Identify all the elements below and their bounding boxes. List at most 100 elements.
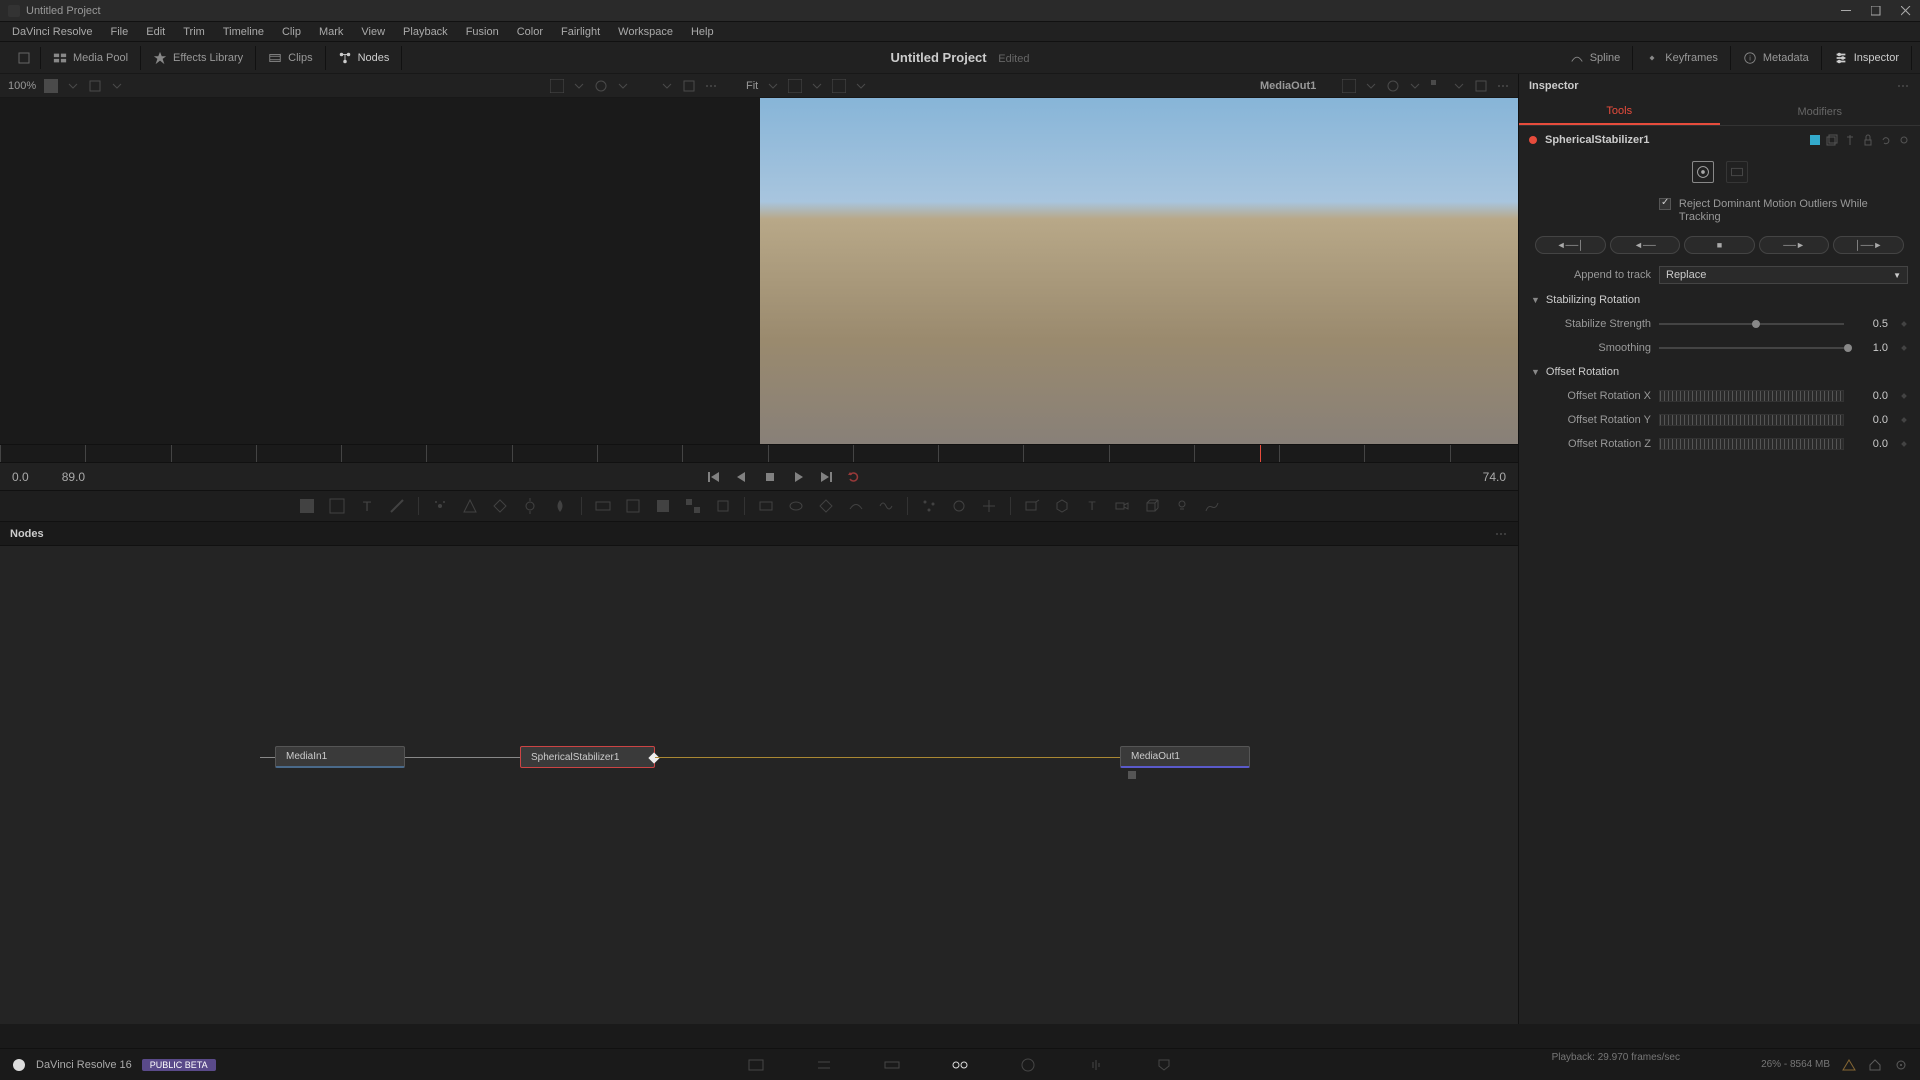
menu-color[interactable]: Color bbox=[509, 24, 551, 40]
3d-text-icon[interactable]: T bbox=[1083, 497, 1101, 515]
warning-icon[interactable] bbox=[1842, 1058, 1856, 1072]
globe-b-icon[interactable] bbox=[1386, 79, 1400, 93]
reject-motion-checkbox[interactable] bbox=[1659, 198, 1671, 210]
offset-y-value[interactable]: 0.0 bbox=[1852, 412, 1892, 428]
fastnoise-tool-icon[interactable] bbox=[328, 497, 346, 515]
chevron-down-icon[interactable] bbox=[854, 79, 868, 93]
track-stop-button[interactable]: ■ bbox=[1684, 236, 1755, 254]
menu-davinci[interactable]: DaVinci Resolve bbox=[4, 24, 101, 40]
media-page-tab[interactable] bbox=[747, 1056, 765, 1074]
viewer-output[interactable] bbox=[760, 98, 1518, 444]
tracker-tool-icon[interactable] bbox=[461, 497, 479, 515]
pin-icon[interactable] bbox=[1844, 134, 1856, 146]
3d-image-icon[interactable] bbox=[1023, 497, 1041, 515]
play-forward-button[interactable] bbox=[791, 470, 805, 484]
grid-b-icon[interactable] bbox=[1430, 79, 1444, 93]
chevron-down-icon[interactable] bbox=[616, 79, 630, 93]
3d-cube-icon[interactable] bbox=[1143, 497, 1161, 515]
smoothing-slider[interactable] bbox=[1659, 347, 1844, 349]
more-icon[interactable] bbox=[704, 79, 718, 93]
bspline-mask-icon[interactable] bbox=[847, 497, 865, 515]
node-color-chip[interactable] bbox=[1810, 135, 1820, 145]
go-end-button[interactable] bbox=[819, 470, 833, 484]
chevron-down-icon[interactable] bbox=[1452, 79, 1466, 93]
layout-icon[interactable] bbox=[44, 79, 58, 93]
text-tool-icon[interactable]: T bbox=[358, 497, 376, 515]
chevron-down-icon[interactable] bbox=[572, 79, 586, 93]
stabilize-strength-value[interactable]: 0.5 bbox=[1852, 316, 1892, 332]
light-tool-icon[interactable] bbox=[1173, 497, 1191, 515]
timecode-current[interactable]: 74.0 bbox=[1483, 470, 1506, 484]
mask-tool-icon[interactable] bbox=[431, 497, 449, 515]
offset-rotation-section[interactable]: ▼ Offset Rotation bbox=[1529, 360, 1910, 384]
inspector-button[interactable]: Inspector bbox=[1822, 46, 1912, 70]
spline-button[interactable]: Spline bbox=[1558, 46, 1634, 70]
timecode-start[interactable]: 0.0 bbox=[12, 470, 29, 484]
minimize-button[interactable] bbox=[1840, 5, 1852, 17]
keyframes-button[interactable]: Keyframes bbox=[1633, 46, 1731, 70]
renderer-tool-icon[interactable] bbox=[1203, 497, 1221, 515]
zoom-percentage[interactable]: 100% bbox=[8, 80, 36, 92]
stabilizing-rotation-section[interactable]: ▼ Stabilizing Rotation bbox=[1529, 288, 1910, 312]
stabilizer-node[interactable]: SphericalStabilizer1 bbox=[520, 746, 655, 768]
chevron-down-icon[interactable] bbox=[110, 79, 124, 93]
offset-z-value[interactable]: 0.0 bbox=[1852, 436, 1892, 452]
prender-tool-icon[interactable] bbox=[950, 497, 968, 515]
tools-tab[interactable]: Tools bbox=[1519, 98, 1720, 125]
particles-tool-icon[interactable] bbox=[920, 497, 938, 515]
lock-icon[interactable] bbox=[1862, 134, 1874, 146]
pemitter-tool-icon[interactable] bbox=[980, 497, 998, 515]
clips-button[interactable]: Clips bbox=[256, 46, 325, 70]
menu-edit[interactable]: Edit bbox=[138, 24, 173, 40]
fit-dropdown[interactable]: Fit bbox=[746, 80, 758, 92]
nodes-more-icon[interactable] bbox=[1494, 527, 1508, 541]
blur-tool-icon[interactable] bbox=[551, 497, 569, 515]
step-back-button[interactable] bbox=[735, 470, 749, 484]
nodes-button[interactable]: Nodes bbox=[326, 46, 403, 70]
single-b-icon[interactable] bbox=[1474, 79, 1488, 93]
stop-button[interactable] bbox=[763, 470, 777, 484]
chevron-down-icon[interactable] bbox=[766, 79, 780, 93]
channel-tool-icon[interactable] bbox=[684, 497, 702, 515]
resize-tool-icon[interactable] bbox=[714, 497, 732, 515]
keyframe-icon[interactable] bbox=[1900, 440, 1908, 448]
project-settings-icon[interactable] bbox=[1894, 1058, 1908, 1072]
keyframe-icon[interactable] bbox=[1900, 344, 1908, 352]
loop-button[interactable] bbox=[847, 470, 861, 484]
versions-icon[interactable] bbox=[1826, 134, 1838, 146]
view-c-icon[interactable] bbox=[832, 79, 846, 93]
more-b-icon[interactable] bbox=[1496, 79, 1510, 93]
mediain-node[interactable]: MediaIn1 bbox=[275, 746, 405, 768]
effects-library-button[interactable]: Effects Library bbox=[141, 46, 256, 70]
cut-page-tab[interactable] bbox=[815, 1056, 833, 1074]
go-start-button[interactable] bbox=[707, 470, 721, 484]
reset-icon[interactable] bbox=[1880, 134, 1892, 146]
color-page-tab[interactable] bbox=[1019, 1056, 1037, 1074]
expand-left-icon[interactable] bbox=[8, 47, 41, 69]
smoothing-value[interactable]: 1.0 bbox=[1852, 340, 1892, 356]
view-d-icon[interactable] bbox=[1342, 79, 1356, 93]
menu-clip[interactable]: Clip bbox=[274, 24, 309, 40]
node-preview-dot[interactable] bbox=[1128, 771, 1136, 779]
track-forward-button[interactable]: ──► bbox=[1759, 236, 1830, 254]
background-tool-icon[interactable] bbox=[298, 497, 316, 515]
settings-tab-icon[interactable] bbox=[1726, 161, 1748, 183]
view-options-icon[interactable] bbox=[88, 79, 102, 93]
globe-icon[interactable] bbox=[594, 79, 608, 93]
offset-x-dial[interactable] bbox=[1659, 390, 1844, 402]
offset-x-value[interactable]: 0.0 bbox=[1852, 388, 1892, 404]
menu-fairlight[interactable]: Fairlight bbox=[553, 24, 608, 40]
ellipse-mask-icon[interactable] bbox=[787, 497, 805, 515]
controls-tab-icon[interactable] bbox=[1692, 161, 1714, 183]
inspector-more-icon[interactable] bbox=[1896, 79, 1910, 93]
keyframe-icon[interactable] bbox=[1900, 320, 1908, 328]
track-reverse-button[interactable]: ◄── bbox=[1610, 236, 1681, 254]
chevron-down-icon[interactable] bbox=[660, 79, 674, 93]
view-a-icon[interactable] bbox=[550, 79, 564, 93]
menu-view[interactable]: View bbox=[353, 24, 393, 40]
home-icon[interactable] bbox=[1868, 1058, 1882, 1072]
close-button[interactable] bbox=[1900, 5, 1912, 17]
playhead[interactable] bbox=[1260, 445, 1261, 462]
menu-help[interactable]: Help bbox=[683, 24, 722, 40]
chevron-down-icon[interactable] bbox=[810, 79, 824, 93]
